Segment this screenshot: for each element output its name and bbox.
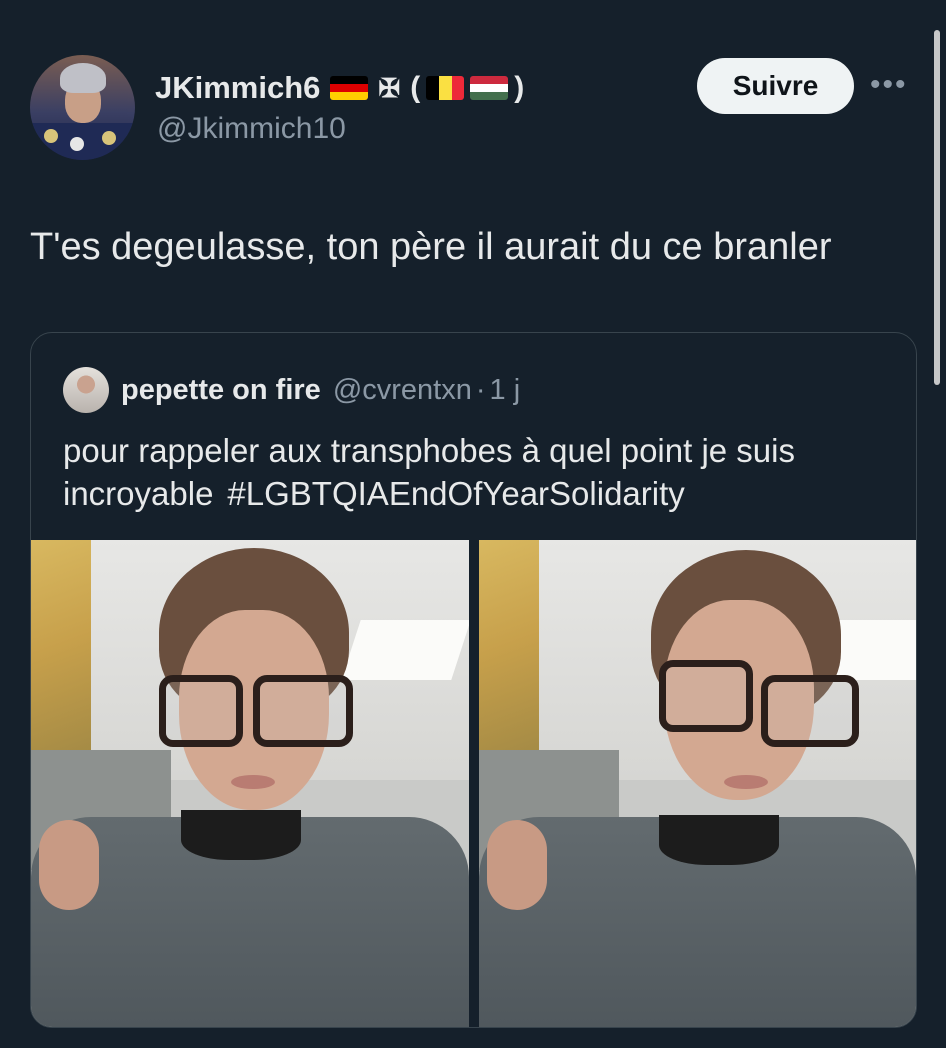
separator-dot: · — [475, 373, 486, 406]
quoted-author-name[interactable]: pepette on fire — [121, 374, 321, 407]
belgium-flag-icon — [426, 76, 465, 100]
quoted-tweet-text: pour rappeler aux transphobes à quel poi… — [63, 429, 903, 515]
hashtag-link[interactable]: #LGBTQIAEndOfYearSolidarity — [227, 475, 684, 512]
more-options-icon[interactable]: ••• — [870, 68, 908, 102]
paren-open: ( — [410, 71, 421, 104]
author-handle[interactable]: @Jkimmich10 — [157, 112, 346, 146]
scrollbar[interactable] — [934, 30, 940, 385]
follow-button[interactable]: Suivre — [697, 58, 854, 114]
paren-close: ) — [514, 71, 525, 104]
tweet-text: T'es degeulasse, ton père il aurait du c… — [30, 226, 832, 268]
selfie-photo-1[interactable] — [31, 540, 469, 1027]
quoted-tweet-card[interactable]: pepette on fire @cvrentxn · 1 j pour rap… — [30, 332, 917, 1028]
iron-cross-icon: ✠ — [378, 72, 401, 103]
selfie-photo-2[interactable] — [479, 540, 916, 1027]
author-name[interactable]: JKimmich6 — [155, 70, 320, 106]
quoted-timestamp[interactable]: 1 j — [490, 374, 521, 407]
author-avatar[interactable] — [30, 55, 135, 160]
quoted-tweet-header: pepette on fire @cvrentxn · 1 j — [63, 367, 520, 413]
author-name-row[interactable]: JKimmich6 ✠ ( ) — [155, 70, 524, 106]
quoted-author-avatar[interactable] — [63, 367, 109, 413]
name-emoji: ✠ ( ) — [330, 71, 524, 105]
hungary-flag-icon — [470, 76, 509, 100]
germany-flag-icon — [330, 76, 369, 100]
quoted-author-handle[interactable]: @cvrentxn — [333, 374, 472, 407]
